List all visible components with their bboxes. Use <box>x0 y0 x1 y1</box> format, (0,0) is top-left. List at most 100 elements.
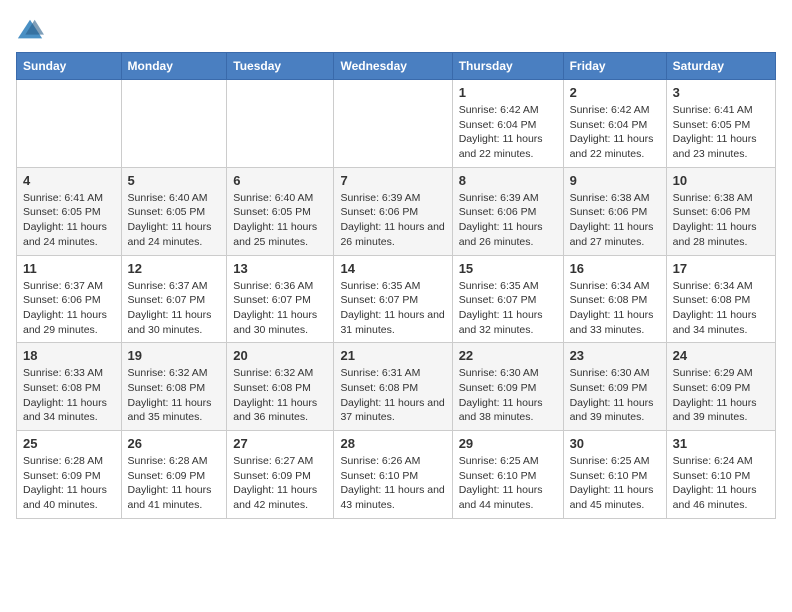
calendar-cell: 11 Sunrise: 6:37 AMSunset: 6:06 PMDaylig… <box>17 255 122 343</box>
day-info: Sunrise: 6:25 AMSunset: 6:10 PMDaylight:… <box>459 454 557 513</box>
calendar-cell: 31 Sunrise: 6:24 AMSunset: 6:10 PMDaylig… <box>666 431 775 519</box>
header <box>16 16 776 44</box>
calendar-cell <box>334 80 452 168</box>
header-day-wednesday: Wednesday <box>334 53 452 80</box>
day-info: Sunrise: 6:36 AMSunset: 6:07 PMDaylight:… <box>233 279 327 338</box>
day-info: Sunrise: 6:31 AMSunset: 6:08 PMDaylight:… <box>340 366 445 425</box>
day-number: 21 <box>340 348 445 363</box>
logo <box>16 16 48 44</box>
calendar-cell: 2 Sunrise: 6:42 AMSunset: 6:04 PMDayligh… <box>563 80 666 168</box>
calendar-cell: 23 Sunrise: 6:30 AMSunset: 6:09 PMDaylig… <box>563 343 666 431</box>
calendar-cell: 7 Sunrise: 6:39 AMSunset: 6:06 PMDayligh… <box>334 167 452 255</box>
calendar-cell: 6 Sunrise: 6:40 AMSunset: 6:05 PMDayligh… <box>227 167 334 255</box>
day-number: 22 <box>459 348 557 363</box>
day-number: 20 <box>233 348 327 363</box>
day-number: 18 <box>23 348 115 363</box>
day-number: 14 <box>340 261 445 276</box>
day-info: Sunrise: 6:42 AMSunset: 6:04 PMDaylight:… <box>570 103 660 162</box>
day-info: Sunrise: 6:33 AMSunset: 6:08 PMDaylight:… <box>23 366 115 425</box>
week-row-3: 11 Sunrise: 6:37 AMSunset: 6:06 PMDaylig… <box>17 255 776 343</box>
calendar-cell: 10 Sunrise: 6:38 AMSunset: 6:06 PMDaylig… <box>666 167 775 255</box>
logo-icon <box>16 16 44 44</box>
calendar-cell: 20 Sunrise: 6:32 AMSunset: 6:08 PMDaylig… <box>227 343 334 431</box>
day-info: Sunrise: 6:34 AMSunset: 6:08 PMDaylight:… <box>673 279 769 338</box>
day-info: Sunrise: 6:39 AMSunset: 6:06 PMDaylight:… <box>459 191 557 250</box>
calendar-cell: 27 Sunrise: 6:27 AMSunset: 6:09 PMDaylig… <box>227 431 334 519</box>
day-number: 3 <box>673 85 769 100</box>
day-number: 1 <box>459 85 557 100</box>
day-number: 4 <box>23 173 115 188</box>
calendar-cell: 13 Sunrise: 6:36 AMSunset: 6:07 PMDaylig… <box>227 255 334 343</box>
day-number: 27 <box>233 436 327 451</box>
calendar-cell: 17 Sunrise: 6:34 AMSunset: 6:08 PMDaylig… <box>666 255 775 343</box>
day-info: Sunrise: 6:30 AMSunset: 6:09 PMDaylight:… <box>459 366 557 425</box>
day-info: Sunrise: 6:25 AMSunset: 6:10 PMDaylight:… <box>570 454 660 513</box>
day-number: 13 <box>233 261 327 276</box>
calendar-cell: 4 Sunrise: 6:41 AMSunset: 6:05 PMDayligh… <box>17 167 122 255</box>
day-number: 23 <box>570 348 660 363</box>
calendar-cell: 29 Sunrise: 6:25 AMSunset: 6:10 PMDaylig… <box>452 431 563 519</box>
day-info: Sunrise: 6:29 AMSunset: 6:09 PMDaylight:… <box>673 366 769 425</box>
day-info: Sunrise: 6:35 AMSunset: 6:07 PMDaylight:… <box>340 279 445 338</box>
calendar-cell <box>121 80 227 168</box>
day-info: Sunrise: 6:40 AMSunset: 6:05 PMDaylight:… <box>233 191 327 250</box>
calendar-cell: 18 Sunrise: 6:33 AMSunset: 6:08 PMDaylig… <box>17 343 122 431</box>
day-info: Sunrise: 6:30 AMSunset: 6:09 PMDaylight:… <box>570 366 660 425</box>
calendar-cell: 26 Sunrise: 6:28 AMSunset: 6:09 PMDaylig… <box>121 431 227 519</box>
day-info: Sunrise: 6:28 AMSunset: 6:09 PMDaylight:… <box>128 454 221 513</box>
day-info: Sunrise: 6:35 AMSunset: 6:07 PMDaylight:… <box>459 279 557 338</box>
day-number: 11 <box>23 261 115 276</box>
calendar-cell: 22 Sunrise: 6:30 AMSunset: 6:09 PMDaylig… <box>452 343 563 431</box>
day-info: Sunrise: 6:38 AMSunset: 6:06 PMDaylight:… <box>570 191 660 250</box>
header-day-friday: Friday <box>563 53 666 80</box>
day-number: 8 <box>459 173 557 188</box>
calendar-cell: 16 Sunrise: 6:34 AMSunset: 6:08 PMDaylig… <box>563 255 666 343</box>
day-info: Sunrise: 6:32 AMSunset: 6:08 PMDaylight:… <box>233 366 327 425</box>
day-info: Sunrise: 6:32 AMSunset: 6:08 PMDaylight:… <box>128 366 221 425</box>
calendar-cell: 30 Sunrise: 6:25 AMSunset: 6:10 PMDaylig… <box>563 431 666 519</box>
day-info: Sunrise: 6:34 AMSunset: 6:08 PMDaylight:… <box>570 279 660 338</box>
day-info: Sunrise: 6:42 AMSunset: 6:04 PMDaylight:… <box>459 103 557 162</box>
calendar-cell: 9 Sunrise: 6:38 AMSunset: 6:06 PMDayligh… <box>563 167 666 255</box>
day-number: 31 <box>673 436 769 451</box>
day-number: 28 <box>340 436 445 451</box>
week-row-1: 1 Sunrise: 6:42 AMSunset: 6:04 PMDayligh… <box>17 80 776 168</box>
day-number: 25 <box>23 436 115 451</box>
day-info: Sunrise: 6:38 AMSunset: 6:06 PMDaylight:… <box>673 191 769 250</box>
day-number: 26 <box>128 436 221 451</box>
day-info: Sunrise: 6:39 AMSunset: 6:06 PMDaylight:… <box>340 191 445 250</box>
day-number: 7 <box>340 173 445 188</box>
day-info: Sunrise: 6:40 AMSunset: 6:05 PMDaylight:… <box>128 191 221 250</box>
day-number: 17 <box>673 261 769 276</box>
calendar-cell: 8 Sunrise: 6:39 AMSunset: 6:06 PMDayligh… <box>452 167 563 255</box>
calendar-cell: 3 Sunrise: 6:41 AMSunset: 6:05 PMDayligh… <box>666 80 775 168</box>
week-row-4: 18 Sunrise: 6:33 AMSunset: 6:08 PMDaylig… <box>17 343 776 431</box>
header-day-thursday: Thursday <box>452 53 563 80</box>
day-number: 30 <box>570 436 660 451</box>
calendar-cell: 5 Sunrise: 6:40 AMSunset: 6:05 PMDayligh… <box>121 167 227 255</box>
calendar-cell: 24 Sunrise: 6:29 AMSunset: 6:09 PMDaylig… <box>666 343 775 431</box>
calendar-cell <box>17 80 122 168</box>
day-number: 9 <box>570 173 660 188</box>
day-number: 10 <box>673 173 769 188</box>
calendar-cell: 1 Sunrise: 6:42 AMSunset: 6:04 PMDayligh… <box>452 80 563 168</box>
day-number: 16 <box>570 261 660 276</box>
day-info: Sunrise: 6:37 AMSunset: 6:07 PMDaylight:… <box>128 279 221 338</box>
day-number: 12 <box>128 261 221 276</box>
calendar-cell <box>227 80 334 168</box>
header-day-tuesday: Tuesday <box>227 53 334 80</box>
week-row-5: 25 Sunrise: 6:28 AMSunset: 6:09 PMDaylig… <box>17 431 776 519</box>
calendar-cell: 15 Sunrise: 6:35 AMSunset: 6:07 PMDaylig… <box>452 255 563 343</box>
calendar-cell: 19 Sunrise: 6:32 AMSunset: 6:08 PMDaylig… <box>121 343 227 431</box>
day-number: 19 <box>128 348 221 363</box>
day-number: 5 <box>128 173 221 188</box>
header-day-saturday: Saturday <box>666 53 775 80</box>
header-day-sunday: Sunday <box>17 53 122 80</box>
week-row-2: 4 Sunrise: 6:41 AMSunset: 6:05 PMDayligh… <box>17 167 776 255</box>
header-row: SundayMondayTuesdayWednesdayThursdayFrid… <box>17 53 776 80</box>
day-number: 24 <box>673 348 769 363</box>
calendar-cell: 28 Sunrise: 6:26 AMSunset: 6:10 PMDaylig… <box>334 431 452 519</box>
day-number: 15 <box>459 261 557 276</box>
calendar-table: SundayMondayTuesdayWednesdayThursdayFrid… <box>16 52 776 519</box>
calendar-cell: 14 Sunrise: 6:35 AMSunset: 6:07 PMDaylig… <box>334 255 452 343</box>
